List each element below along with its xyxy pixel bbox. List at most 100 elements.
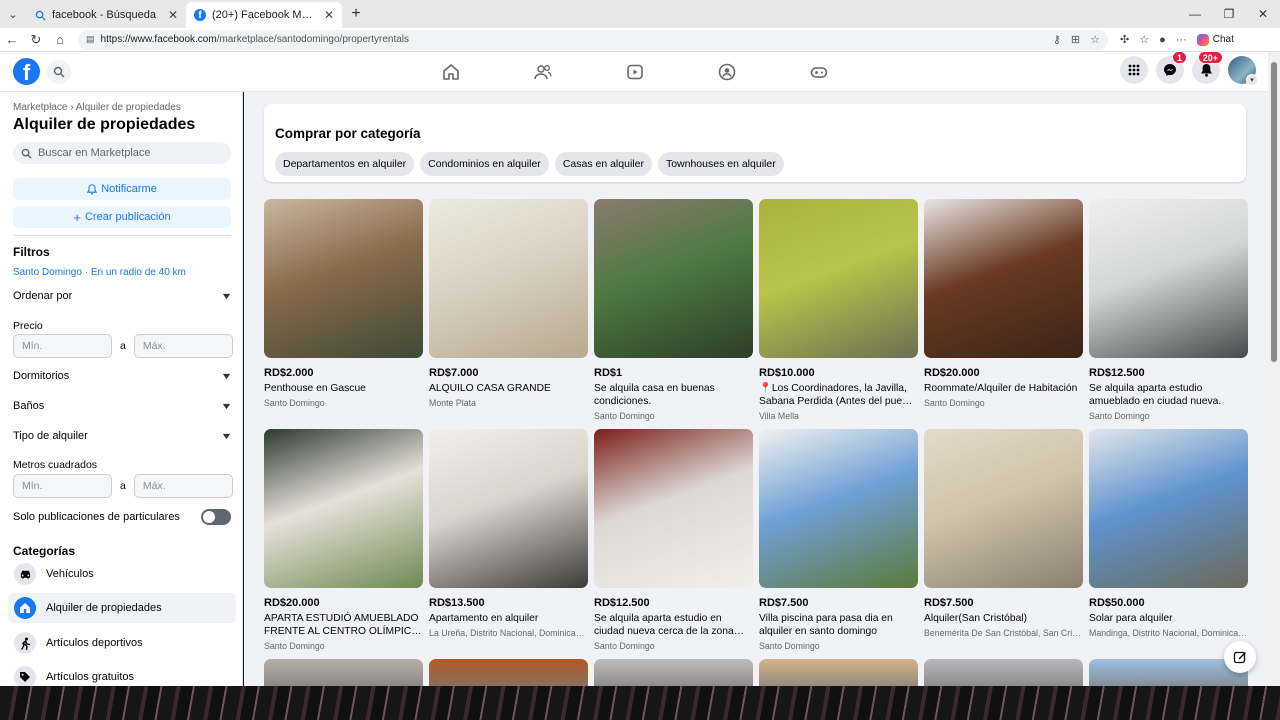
listing-photo[interactable] — [264, 659, 423, 686]
listing-photo[interactable] — [594, 199, 753, 358]
scrollbar-thumb[interactable] — [1271, 62, 1277, 362]
listing-photo[interactable] — [924, 659, 1083, 686]
marketplace-search-input[interactable] — [38, 147, 218, 159]
minimize-icon[interactable]: — — [1178, 0, 1212, 28]
listing-location: Santo Domingo — [759, 641, 820, 651]
listing-photo[interactable] — [429, 199, 588, 358]
listing-photo[interactable] — [924, 429, 1083, 588]
key-icon[interactable]: ⚷ — [1053, 33, 1061, 46]
listing-card[interactable]: RD$10.000 📍Los Coordinadores, la Javilla,… — [759, 199, 918, 429]
price-max-input[interactable] — [133, 334, 233, 358]
extensions-puzzle-icon[interactable]: ✣ — [1120, 33, 1129, 46]
browser-tab-marketplace[interactable]: f (20+) Facebook Marketplace | Face ✕ — [186, 2, 342, 28]
browser-tab-search[interactable]: facebook - Búsqueda ✕ — [26, 2, 186, 28]
close-tab-icon[interactable]: ✕ — [324, 8, 334, 22]
listing-card[interactable]: RD$13.500 Apartamento en alquiler La Ureña… — [429, 429, 588, 659]
listing-card[interactable]: RD$20.000 APARTA ESTUDIÓ AMUEBLADO FRENTE… — [264, 429, 423, 659]
listing-location: Santo Domingo — [264, 641, 325, 651]
favorite-star-icon[interactable]: ☆ — [1090, 33, 1100, 46]
profile-icon[interactable]: ● — [1159, 34, 1166, 46]
category-sporting-goods[interactable]: Artículos deportivos — [8, 628, 236, 658]
marketplace-search-box[interactable] — [13, 142, 231, 164]
desktop-wallpaper — [0, 686, 1280, 720]
listing-photo[interactable] — [429, 659, 588, 686]
reload-icon[interactable]: ↻ — [24, 32, 48, 48]
chip-townhouses[interactable]: Townhouses en alquiler — [657, 152, 784, 176]
category-property-rentals[interactable]: Alquiler de propiedades — [8, 593, 236, 623]
close-window-icon[interactable]: ✕ — [1246, 0, 1280, 28]
listing-photo[interactable] — [759, 199, 918, 358]
listing-photo[interactable] — [759, 429, 918, 588]
copilot-chat-button[interactable]: Chat — [1196, 33, 1234, 46]
private-sellers-toggle[interactable] — [201, 509, 231, 525]
listing-card[interactable]: RD$12.500 Se alquila aparta estudio amueb… — [1089, 199, 1248, 429]
listing-card[interactable]: RD$7.500 Alquiler(San Cristóbal) Benemérit… — [924, 429, 1083, 659]
listing-photo[interactable] — [1089, 199, 1248, 358]
bedrooms-dropdown[interactable]: Dormitorios ▼ — [13, 370, 233, 382]
chip-condos[interactable]: Condominios en alquiler — [420, 152, 549, 176]
listing-card[interactable]: RD$20.000 Roommate/Alquiler de Habitación… — [924, 199, 1083, 429]
copilot-icon — [1196, 33, 1209, 46]
url-field[interactable]: ▤ https://www.facebook.com/marketplace/s… — [78, 29, 1108, 50]
sqm-min-input[interactable] — [13, 474, 112, 498]
location-filter-link[interactable]: Santo Domingo · En un radio de 40 km — [13, 267, 186, 278]
notify-me-button[interactable]: Notificarme — [13, 178, 231, 200]
listing-photo[interactable] — [594, 659, 753, 686]
listing-photo[interactable] — [264, 199, 423, 358]
create-listing-button[interactable]: + Crear publicación — [13, 206, 231, 228]
more-menu-icon[interactable]: ··· — [1176, 34, 1187, 46]
bathrooms-dropdown[interactable]: Baños ▼ — [13, 400, 233, 412]
bedrooms-label: Dormitorios — [13, 370, 70, 382]
listing-photo[interactable] — [264, 429, 423, 588]
price-min-input[interactable] — [13, 334, 112, 358]
nav-home-tab[interactable] — [405, 52, 497, 92]
restore-icon[interactable]: ❐ — [1212, 0, 1246, 28]
car-icon — [14, 563, 36, 585]
app-available-icon[interactable]: ⊞ — [1071, 33, 1080, 46]
facebook-search-button[interactable] — [47, 60, 71, 84]
close-tab-icon[interactable]: ✕ — [168, 8, 178, 22]
category-vehicles[interactable]: Vehículos — [8, 559, 236, 589]
nav-groups-tab[interactable] — [681, 52, 773, 92]
nav-video-tab[interactable] — [589, 52, 681, 92]
home-icon[interactable]: ⌂ — [48, 32, 72, 47]
listing-location: Monte Plata — [429, 398, 476, 408]
breadcrumb[interactable]: Marketplace › Alquiler de propiedades — [13, 102, 181, 113]
notifications-button[interactable]: 20+ — [1192, 51, 1223, 84]
site-info-icon[interactable]: ▤ — [86, 34, 95, 45]
listing-card[interactable]: RD$50.000 Solar para alquiler Mandinga, Di… — [1089, 429, 1248, 659]
listing-photo[interactable] — [594, 429, 753, 588]
listing-photo[interactable] — [759, 659, 918, 686]
compose-message-button[interactable] — [1224, 641, 1256, 673]
nav-gaming-tab[interactable] — [773, 52, 865, 92]
listing-card[interactable]: RD$2.000 Penthouse en Gascue Santo Domingo — [264, 199, 423, 429]
listing-card[interactable]: RD$7.500 Villa piscina para pasa dia en a… — [759, 429, 918, 659]
category-free-stuff[interactable]: Artículos gratuitos — [8, 662, 236, 686]
sqm-max-input[interactable] — [133, 474, 233, 498]
listing-price: RD$20.000 — [924, 367, 980, 379]
listing-card[interactable]: RD$7.000 ALQUILO CASA GRANDE Monte Plata — [429, 199, 588, 429]
listing-photo[interactable] — [1089, 429, 1248, 588]
account-avatar[interactable]: ▾ — [1228, 56, 1258, 86]
menu-grid-button[interactable] — [1120, 56, 1148, 84]
page-scrollbar[interactable] — [1268, 52, 1280, 686]
new-tab-plus-icon[interactable]: + — [342, 5, 370, 23]
listing-card[interactable]: RD$1 Se alquila casa en buenas condicione… — [594, 199, 753, 429]
chip-houses[interactable]: Casas en alquiler — [554, 152, 652, 176]
rental-type-dropdown[interactable]: Tipo de alquiler ▼ — [13, 430, 233, 442]
favorites-icon[interactable]: ☆ — [1139, 33, 1149, 46]
facebook-logo-icon[interactable]: f — [13, 58, 40, 85]
listing-price: RD$7.500 — [924, 597, 974, 609]
listing-title: Roommate/Alquiler de Habitación — [924, 383, 1078, 394]
sort-by-dropdown[interactable]: Ordenar por ▼ — [13, 290, 233, 302]
tab-actions-chevron-icon[interactable]: ⌄ — [0, 0, 26, 28]
chip-apartments[interactable]: Departamentos en alquiler — [275, 152, 415, 176]
listing-location: Mandinga, Distrito Nacional, Dominican R… — [1089, 628, 1248, 638]
listing-photo[interactable] — [429, 429, 588, 588]
nav-friends-tab[interactable] — [497, 52, 589, 92]
back-arrow-icon[interactable]: ← — [0, 32, 24, 47]
listing-photo[interactable] — [1089, 659, 1248, 686]
listing-photo[interactable] — [924, 199, 1083, 358]
listing-card[interactable]: RD$12.500 Se alquila aparta estudio en ci… — [594, 429, 753, 659]
messenger-button[interactable]: 1 — [1156, 51, 1187, 84]
